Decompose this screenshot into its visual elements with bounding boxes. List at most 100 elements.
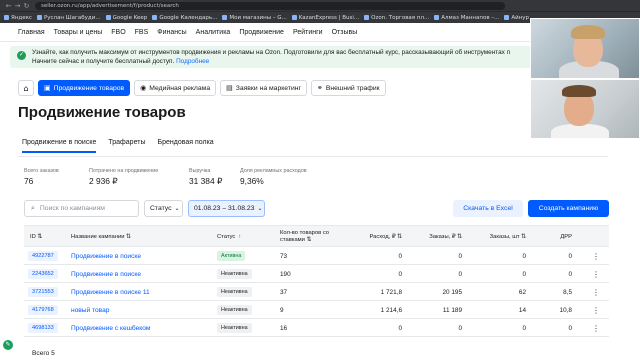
col-drr[interactable]: ДРР <box>542 226 572 248</box>
nav-item-promotion[interactable]: Продвижение <box>239 29 284 36</box>
stat-spend: Потрачено на продвижение 2 936 ₽ <box>89 168 159 186</box>
bookmark[interactable]: Айнур <box>504 15 529 21</box>
nav-item-analytics[interactable]: Аналитика <box>196 29 231 36</box>
stat-drr: Доля рекламных расходов 9,36% <box>240 168 307 186</box>
more-icon[interactable]: ⋮ <box>592 247 600 265</box>
table-row[interactable]: 2243652 Продвижение в поиске Неактивна 1… <box>24 265 609 283</box>
home-button[interactable]: ⌂ <box>18 80 34 96</box>
status-select[interactable]: Статус ⌄ <box>144 200 183 217</box>
col-products[interactable]: Кол-во товаров со ставками ⇅ <box>280 226 342 248</box>
bookmark[interactable]: Google Календарь... <box>152 15 217 21</box>
table-header: ID ⇅ Название кампании ⇅ Статус ↑ Кол-во… <box>24 225 609 247</box>
campaign-name-link[interactable]: новый товар <box>71 307 109 314</box>
drr-value: 0 <box>568 270 572 278</box>
campaign-id[interactable]: 4179768 <box>28 305 58 315</box>
filters-bar: ⌕ Статус ⌄ 01.08.23 – 31.08.23 ⌄ Скачать… <box>24 200 609 218</box>
reload-icon[interactable]: ↻ <box>22 2 31 10</box>
table-row[interactable]: 3721553 Продвижение в поиске 11 Неактивн… <box>24 283 609 301</box>
back-icon[interactable]: ← <box>4 2 13 10</box>
tab-brand-shelf[interactable]: Брендовая полка <box>157 139 213 153</box>
webcam-video-1 <box>530 18 640 79</box>
status-badge: Активна <box>217 251 246 261</box>
campaign-id[interactable]: 4922787 <box>28 251 58 261</box>
products-count: 37 <box>280 288 288 296</box>
address-bar[interactable]: seller.ozon.ru/app/advertisement/f/produ… <box>35 1 505 10</box>
more-icon[interactable]: ⋮ <box>592 265 600 283</box>
col-id[interactable]: ID ⇅ <box>30 226 70 248</box>
info-icon: ✓ <box>17 51 26 60</box>
nav-item-ratings[interactable]: Рейтинги <box>293 29 323 36</box>
nav-item-products[interactable]: Товары и цены <box>54 29 103 36</box>
more-icon[interactable]: ⋮ <box>592 319 600 337</box>
campaign-name-link[interactable]: Продвижение в поиске <box>71 271 141 278</box>
orders-rub-value: 11 189 <box>442 306 462 314</box>
bookmark[interactable]: Мои магазины – G... <box>222 15 287 21</box>
bookmark[interactable]: KazanExpress | Busi... <box>291 15 359 21</box>
orders-rub-value: 0 <box>458 252 462 260</box>
tab-stencils[interactable]: Трафареты <box>108 139 145 153</box>
bookmark[interactable]: Ozon. Торговая пл... <box>364 15 429 21</box>
status-badge: Неактивна <box>217 287 252 297</box>
forward-icon[interactable]: → <box>13 2 22 10</box>
table-row[interactable]: 4698133 Продвижение с кешбеком Неактивна… <box>24 319 609 337</box>
page-title: Продвижение товаров <box>18 104 186 121</box>
col-spend[interactable]: Расход, ₽ ⇅ <box>354 226 403 248</box>
bookmark[interactable]: Руслан Шагабуди... <box>36 15 101 21</box>
banner-text: Узнайте, как получить максимум от инстру… <box>32 49 511 56</box>
spend-value: 0 <box>398 324 402 332</box>
help-chat-icon[interactable]: ✎ <box>3 340 13 350</box>
more-icon[interactable]: ⋮ <box>592 301 600 319</box>
products-count: 16 <box>280 324 288 332</box>
nav-item-reviews[interactable]: Отзывы <box>332 29 358 36</box>
campaign-id[interactable]: 3721553 <box>28 287 58 297</box>
status-badge: Неактивна <box>217 269 252 279</box>
tool-media-ads[interactable]: ◉ Медийная реклама <box>134 80 217 96</box>
bookmark[interactable]: Алмаз Маннапов –... <box>434 15 499 21</box>
campaign-name-link[interactable]: Продвижение в поиске <box>71 253 141 260</box>
orders-pcs-value: 0 <box>522 252 526 260</box>
tab-search-promotion[interactable]: Продвижение в поиске <box>22 139 97 153</box>
table-row[interactable]: 4179768 новый товар Неактивна 9 1 214,6 … <box>24 301 609 319</box>
nav-item-fbo[interactable]: FBO <box>111 29 125 36</box>
link-icon: ⚭ <box>316 84 323 92</box>
col-name[interactable]: Название кампании ⇅ <box>71 226 171 248</box>
campaign-id[interactable]: 2243652 <box>28 269 58 279</box>
download-excel-button[interactable]: Скачать в Excel <box>453 200 523 217</box>
table-row[interactable]: 4922787 Продвижение в поиске Активна 73 … <box>24 247 609 265</box>
status-badge: Неактивна <box>217 323 252 333</box>
search-box: ⌕ <box>24 200 139 217</box>
date-range-select[interactable]: 01.08.23 – 31.08.23 ⌄ <box>188 200 265 217</box>
banner-more-link[interactable]: Подробнее <box>176 58 209 65</box>
total-count: Всего 5 <box>32 350 55 357</box>
campaign-name-link[interactable]: Продвижение с кешбеком <box>71 325 150 332</box>
col-status[interactable]: Статус ↑ <box>217 226 257 248</box>
subtabs: Продвижение в поиске Трафареты Брендовая… <box>22 139 214 153</box>
products-count: 73 <box>280 252 288 260</box>
tool-marketing-requests[interactable]: ▤ Заявки на маркетинг <box>220 80 307 96</box>
bookmark[interactable]: Яндекс <box>4 15 32 21</box>
campaign-name-link[interactable]: Продвижение в поиске 11 <box>71 289 150 296</box>
drr-value: 0 <box>568 324 572 332</box>
drr-value: 8,5 <box>563 288 572 296</box>
stat-revenue: Выручка 31 384 ₽ <box>189 168 223 186</box>
orders-pcs-value: 62 <box>518 288 526 296</box>
nav-item-fbs[interactable]: FBS <box>135 29 149 36</box>
more-icon[interactable]: ⋮ <box>592 283 600 301</box>
orders-pcs-value: 0 <box>522 270 526 278</box>
orders-pcs-value: 14 <box>518 306 526 314</box>
campaign-id[interactable]: 4698133 <box>28 323 58 333</box>
create-campaign-button[interactable]: Создать кампанию <box>528 200 609 217</box>
stats-row: Всего заказов 76 Потрачено на продвижени… <box>24 168 330 186</box>
col-orders-rub[interactable]: Заказы, ₽ ⇅ <box>414 226 462 248</box>
search-input[interactable] <box>39 205 130 212</box>
campaigns-table: ID ⇅ Название кампании ⇅ Статус ↑ Кол-во… <box>24 225 609 337</box>
nav-item-finance[interactable]: Финансы <box>157 29 186 36</box>
tool-external-traffic[interactable]: ⚭ Внешний трафик <box>310 80 386 96</box>
tool-product-promotion[interactable]: ▣ Продвижение товаров <box>38 80 131 96</box>
col-orders-pcs[interactable]: Заказы, шт ⇅ <box>476 226 526 248</box>
drr-value: 0 <box>568 252 572 260</box>
bookmark[interactable]: Google Keep <box>105 15 147 21</box>
screen: ← → ↻ seller.ozon.ru/app/advertisement/f… <box>0 0 640 360</box>
nav-item-home[interactable]: Главная <box>18 29 45 36</box>
divider <box>18 156 608 157</box>
